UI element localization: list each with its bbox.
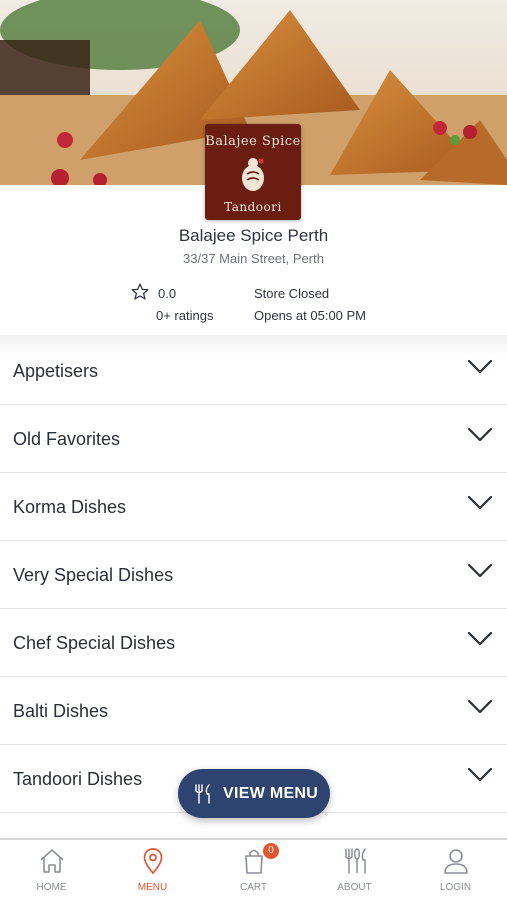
star-icon: [131, 283, 149, 300]
chevron-down-icon: [467, 563, 493, 578]
chevron-down-icon: [467, 631, 493, 646]
logo-text-bottom: Tandoori: [224, 200, 282, 214]
bottom-tab-bar: HOME MENU 0 CART ABOUT LOGIN: [0, 838, 507, 902]
tab-label: LOGIN: [439, 882, 472, 893]
restaurant-name: Balajee Spice Perth: [178, 226, 329, 245]
menu-category-label: Old Favorites: [13, 429, 121, 449]
menu-category-balti-dishes[interactable]: Balti Dishes: [0, 677, 507, 745]
logo-emblem-icon: [242, 158, 264, 191]
menu-category-list: Appetisers Old Favorites Korma Dishes Ve…: [0, 335, 507, 813]
menu-category-appetisers[interactable]: Appetisers: [0, 337, 507, 405]
chevron-down-icon: [467, 495, 493, 510]
menu-category-chef-special-dishes[interactable]: Chef Special Dishes: [0, 609, 507, 677]
tab-label: CART: [239, 882, 268, 893]
tab-cart[interactable]: 0 CART: [203, 840, 304, 902]
tab-home[interactable]: HOME: [1, 840, 102, 902]
restaurant-address: 33/37 Main Street, Perth: [183, 251, 324, 266]
menu-category-label: Chef Special Dishes: [13, 633, 176, 653]
chevron-down-icon: [467, 427, 493, 442]
rating-value: 0.0: [158, 286, 177, 301]
chevron-down-icon: [467, 699, 493, 714]
home-icon: [40, 849, 64, 873]
menu-category-korma-dishes[interactable]: Korma Dishes: [0, 473, 507, 541]
tab-about[interactable]: ABOUT: [304, 840, 405, 902]
tab-label: ABOUT: [337, 882, 372, 893]
tab-login[interactable]: LOGIN: [405, 840, 506, 902]
cutlery-icon: [345, 848, 366, 874]
logo-text-top: Balajee Spice: [205, 134, 301, 149]
location-pin-icon: [143, 848, 163, 875]
tab-label: HOME: [36, 882, 67, 893]
cart-count-badge: 0: [263, 843, 279, 859]
menu-category-label: Balti Dishes: [13, 701, 109, 721]
menu-category-label: Appetisers: [13, 361, 99, 381]
user-icon: [444, 849, 468, 874]
view-menu-button[interactable]: VIEW MENU: [178, 769, 330, 818]
menu-category-label: Tandoori Dishes: [13, 769, 143, 789]
utensils-icon: [195, 784, 210, 804]
store-status: Store Closed: [254, 286, 330, 301]
menu-category-label: Very Special Dishes: [13, 565, 174, 585]
restaurant-logo: Balajee Spice Tandoori: [205, 124, 301, 220]
menu-category-very-special-dishes[interactable]: Very Special Dishes: [0, 541, 507, 609]
chevron-down-icon: [467, 767, 493, 782]
store-hours: Opens at 05:00 PM: [254, 308, 367, 323]
view-menu-label: VIEW MENU: [223, 785, 319, 802]
menu-category-label: Korma Dishes: [13, 497, 127, 517]
chevron-down-icon: [467, 359, 493, 374]
tab-menu[interactable]: MENU: [102, 840, 203, 902]
tab-label: MENU: [137, 882, 168, 893]
menu-category-old-favorites[interactable]: Old Favorites: [0, 405, 507, 473]
ratings-count: 0+ ratings: [156, 308, 214, 323]
